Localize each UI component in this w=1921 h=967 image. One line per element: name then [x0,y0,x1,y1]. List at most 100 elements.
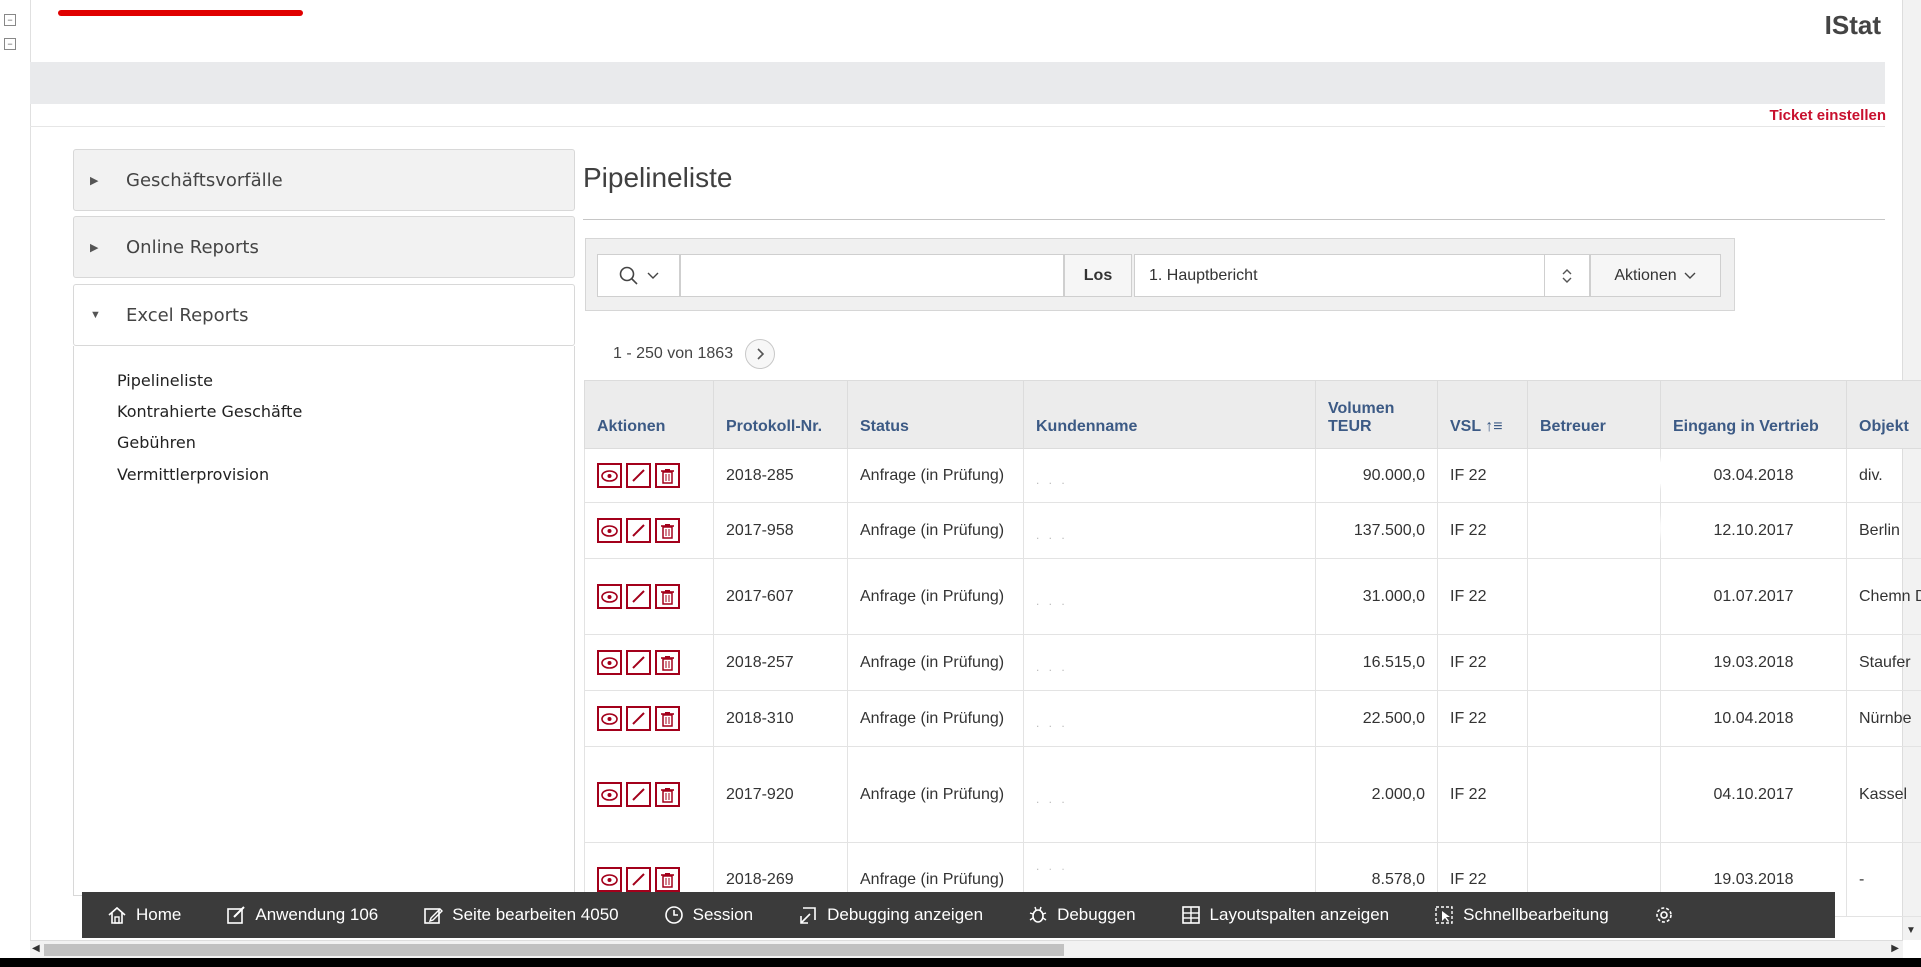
edit-icon[interactable] [626,867,651,892]
view-icon[interactable] [597,518,622,543]
sidebar-section-excel-reports[interactable]: ▼ Excel Reports [73,284,575,346]
left-gutter: − − [0,0,31,967]
pagination: 1 - 250 von 1863 [613,339,776,369]
devbar-show-grid-button[interactable]: Layoutspalten anzeigen [1180,904,1389,926]
redacted-text: . . . [1036,473,1068,487]
caret-right-icon: ▶ [90,174,99,187]
ticket-link[interactable]: Ticket einstellen [1770,107,1886,124]
sidebar-link-gebuehren[interactable]: Gebühren [117,433,196,452]
scrollbar-thumb[interactable] [44,944,1064,956]
sidebar-link-vermittlerprovision[interactable]: Vermittlerprovision [117,465,269,484]
column-header-betreuer[interactable]: Betreuer [1527,380,1661,449]
scroll-down-arrow-icon[interactable]: ▼ [1906,925,1916,936]
scroll-right-arrow-icon[interactable]: ▶ [1891,943,1899,954]
protokoll-cell[interactable]: 2018-285 [713,448,848,503]
column-header-kundenname[interactable]: Kundenname [1023,380,1316,449]
betreuer-cell [1527,634,1661,691]
delete-icon[interactable] [655,650,680,675]
sort-ascending-icon: ↑≡ [1485,418,1503,435]
protokoll-cell[interactable]: 2017-920 [713,746,848,843]
protokoll-cell[interactable]: 2017-958 [713,502,848,559]
logo [58,10,303,16]
sidebar-link-pipelineliste[interactable]: Pipelineliste [117,371,213,390]
gear-icon [1655,907,1672,923]
report-select[interactable]: 1. Hauptbericht [1134,254,1590,297]
protokoll-cell[interactable]: 2017-607 [713,558,848,635]
view-icon[interactable] [597,463,622,488]
column-header-eingang-in-vertrieb[interactable]: Eingang in Vertrieb [1660,380,1847,449]
devbar-settings-button[interactable] [1653,904,1675,926]
edit-icon[interactable] [626,463,651,488]
view-icon[interactable] [597,782,622,807]
actions-menu-button[interactable]: Aktionen [1590,254,1721,297]
delete-icon[interactable] [655,782,680,807]
sidebar-section-geschaeftsvorfaelle[interactable]: ▶ Geschäftsvorfälle [73,149,575,211]
caret-right-icon: ▶ [90,241,99,254]
view-icon[interactable] [597,584,622,609]
devbar-label: Debugging anzeigen [827,905,984,924]
devbar-label: Debuggen [1057,905,1136,924]
next-page-button[interactable] [745,339,776,369]
column-header-vsl[interactable]: VSL ↑≡ [1437,380,1528,449]
page-title: Pipelineliste [583,162,733,193]
eingang-cell: 01.07.2017 [1660,558,1847,635]
sidebar-link-kontrahierte-geschaefte[interactable]: Kontrahierte Geschäfte [117,402,302,421]
devbar-session-button[interactable]: Session [663,904,753,926]
view-icon[interactable] [597,650,622,675]
navigation-bar [30,62,1885,104]
search-input[interactable] [680,254,1064,297]
redaction [1072,583,1263,605]
delete-icon[interactable] [655,518,680,543]
delete-icon[interactable] [655,584,680,609]
table-header-row: Aktionen Protokoll-Nr. Status Kundenname… [584,380,1921,449]
debug-view-icon [800,907,816,924]
table-row: 2017-958 Anfrage (in Prüfung) . . . 137.50… [584,502,1921,559]
protokoll-cell[interactable]: 2018-310 [713,690,848,747]
kundenname-cell: . . . [1023,502,1316,559]
devbar-debug-button[interactable]: Debuggen [1027,904,1136,926]
kundenname-cell: . . . [1023,746,1316,843]
go-button[interactable]: Los [1064,254,1132,297]
vsl-cell: IF 22 [1437,448,1528,503]
objekt-cell: Chemn Dresde [1846,558,1921,635]
view-icon[interactable] [597,706,622,731]
redacted-text: . . . [1036,792,1068,806]
view-icon[interactable] [597,867,622,892]
devbar-quick-edit-button[interactable]: Schnellbearbeitung [1433,904,1609,926]
column-header-objekt[interactable]: Objekt [1846,380,1921,449]
column-header-volumen[interactable]: Volumen TEUR [1315,380,1438,449]
row-actions-cell [584,690,714,747]
sidebar-section-online-reports[interactable]: ▶ Online Reports [73,216,575,278]
row-actions-cell [584,746,714,843]
redacted-text: . . . [1036,528,1068,542]
column-header-protokoll-nr[interactable]: Protokoll-Nr. [713,380,848,449]
objekt-cell: Kassel [1846,746,1921,843]
vsl-cell: IF 22 [1437,634,1528,691]
collapse-icon[interactable]: − [4,14,16,26]
devbar-show-debug-button[interactable]: Debugging anzeigen [797,904,983,926]
column-header-aktionen: Aktionen [584,380,714,449]
redacted-text: . . . [1036,859,1068,873]
devbar-edit-page-button[interactable]: Seite bearbeiten 4050 [422,904,619,926]
caret-down-icon: ▼ [90,309,101,321]
row-actions-cell [584,448,714,503]
redaction [1072,517,1303,539]
devbar-application-button[interactable]: Anwendung 106 [225,904,378,926]
edit-icon[interactable] [626,782,651,807]
edit-icon[interactable] [626,650,651,675]
delete-icon[interactable] [655,706,680,731]
column-header-status[interactable]: Status [847,380,1024,449]
scroll-left-arrow-icon[interactable]: ◀ [32,943,40,954]
collapse-icon[interactable]: − [4,38,16,50]
protokoll-cell[interactable]: 2018-257 [713,634,848,691]
edit-icon[interactable] [626,584,651,609]
devbar-home-button[interactable]: Home [106,904,181,926]
search-column-selector[interactable] [597,254,680,297]
delete-icon[interactable] [655,867,680,892]
edit-icon[interactable] [626,518,651,543]
horizontal-scrollbar[interactable]: ◀ ▶ [30,940,1903,959]
eingang-cell: 03.04.2018 [1660,448,1847,503]
edit-icon[interactable] [626,706,651,731]
delete-icon[interactable] [655,463,680,488]
bug-icon [1029,906,1047,923]
